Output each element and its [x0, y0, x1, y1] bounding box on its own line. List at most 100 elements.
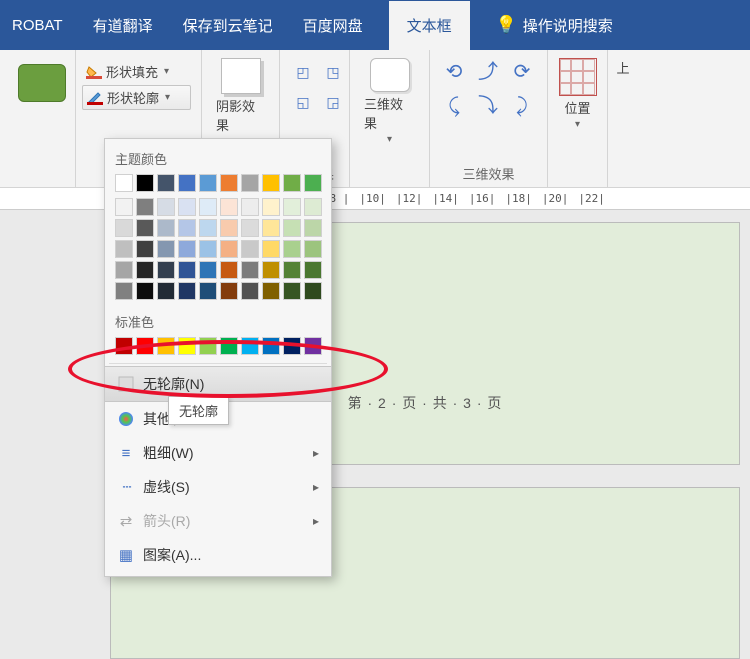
color-swatch[interactable]: [136, 174, 154, 192]
color-swatch[interactable]: [199, 219, 217, 237]
rotate-down-right-icon[interactable]: ⤸: [508, 92, 536, 120]
color-swatch[interactable]: [283, 282, 301, 300]
color-swatch[interactable]: [262, 240, 280, 258]
color-swatch[interactable]: [220, 174, 238, 192]
color-swatch[interactable]: [304, 219, 322, 237]
weight-menu-item[interactable]: ≡ 粗细(W) ▸: [105, 436, 331, 470]
color-swatch[interactable]: [136, 261, 154, 279]
color-swatch[interactable]: [199, 240, 217, 258]
shadow-effect-button[interactable]: 阴影效果: [212, 56, 269, 136]
dashes-menu-item[interactable]: ┄ 虚线(S) ▸: [105, 470, 331, 504]
color-swatch[interactable]: [283, 219, 301, 237]
color-swatch[interactable]: [136, 219, 154, 237]
pattern-menu-item[interactable]: ▦ 图案(A)...: [105, 538, 331, 572]
color-swatch[interactable]: [283, 198, 301, 216]
tell-me-search[interactable]: 💡 操作说明搜索: [496, 15, 613, 36]
top-button[interactable]: 上: [618, 56, 628, 79]
color-swatch[interactable]: [220, 261, 238, 279]
color-swatch[interactable]: [262, 337, 280, 355]
color-swatch[interactable]: [304, 282, 322, 300]
color-swatch[interactable]: [283, 240, 301, 258]
color-swatch[interactable]: [136, 337, 154, 355]
tab-textbox[interactable]: 文本框: [389, 1, 470, 50]
color-swatch[interactable]: [178, 174, 196, 192]
color-swatch[interactable]: [115, 261, 133, 279]
nudge-up-left-icon[interactable]: ◰: [292, 64, 314, 86]
rotate-down-left-icon[interactable]: ⤹: [440, 92, 468, 120]
color-swatch[interactable]: [199, 198, 217, 216]
color-swatch[interactable]: [178, 261, 196, 279]
color-swatch[interactable]: [283, 174, 301, 192]
nudge-up-right-icon[interactable]: ◳: [322, 64, 344, 86]
shape-style-preview[interactable]: [18, 64, 66, 102]
color-swatch[interactable]: [199, 337, 217, 355]
color-swatch[interactable]: [304, 261, 322, 279]
nudge-down-right-icon[interactable]: ◲: [322, 94, 344, 116]
color-swatch[interactable]: [178, 337, 196, 355]
color-swatch[interactable]: [220, 240, 238, 258]
color-swatch[interactable]: [136, 282, 154, 300]
color-swatch[interactable]: [262, 282, 280, 300]
shape-outline-button[interactable]: 形状轮廓 ▾: [82, 85, 191, 110]
page-status-text: 第 · 2 · 页 · 共 · 3 · 页: [348, 395, 503, 411]
color-swatch[interactable]: [262, 219, 280, 237]
color-swatch[interactable]: [283, 261, 301, 279]
rotate-left-icon[interactable]: ⟲: [440, 58, 468, 86]
color-swatch[interactable]: [115, 282, 133, 300]
rotate-up-icon[interactable]: ⤴: [474, 58, 502, 86]
color-swatch[interactable]: [220, 282, 238, 300]
color-swatch[interactable]: [241, 282, 259, 300]
color-swatch[interactable]: [115, 198, 133, 216]
color-swatch[interactable]: [136, 198, 154, 216]
three-d-effect-button[interactable]: 三维效果 ▾: [360, 56, 419, 147]
color-swatch[interactable]: [262, 261, 280, 279]
color-swatch[interactable]: [115, 174, 133, 192]
line-weight-icon: ≡: [117, 444, 135, 462]
color-swatch[interactable]: [136, 240, 154, 258]
color-swatch[interactable]: [241, 337, 259, 355]
color-swatch[interactable]: [304, 174, 322, 192]
rotate-right-icon[interactable]: ⟳: [508, 58, 536, 86]
color-swatch[interactable]: [157, 174, 175, 192]
color-swatch[interactable]: [304, 337, 322, 355]
color-swatch[interactable]: [262, 174, 280, 192]
color-swatch[interactable]: [283, 337, 301, 355]
color-swatch[interactable]: [178, 198, 196, 216]
color-swatch[interactable]: [220, 337, 238, 355]
color-swatch[interactable]: [199, 174, 217, 192]
color-swatch[interactable]: [178, 282, 196, 300]
color-swatch[interactable]: [199, 261, 217, 279]
shape-fill-button[interactable]: 形状填充 ▾: [82, 60, 191, 83]
color-swatch[interactable]: [157, 198, 175, 216]
nudge-down-left-icon[interactable]: ◱: [292, 94, 314, 116]
color-swatch[interactable]: [241, 174, 259, 192]
color-swatch[interactable]: [157, 261, 175, 279]
tab-baidu[interactable]: 百度网盘: [299, 1, 367, 50]
tab-acrobat[interactable]: ROBAT: [8, 3, 67, 48]
color-swatch[interactable]: [220, 198, 238, 216]
color-swatch[interactable]: [262, 198, 280, 216]
color-swatch[interactable]: [157, 219, 175, 237]
color-swatch[interactable]: [115, 219, 133, 237]
color-swatch[interactable]: [115, 240, 133, 258]
color-swatch[interactable]: [241, 261, 259, 279]
position-button[interactable]: 位置 ▾: [558, 56, 597, 132]
arrows-label: 箭头(R): [143, 511, 190, 531]
tab-save-note[interactable]: 保存到云笔记: [179, 1, 277, 50]
color-swatch[interactable]: [304, 240, 322, 258]
color-swatch[interactable]: [241, 240, 259, 258]
color-swatch[interactable]: [157, 337, 175, 355]
color-swatch[interactable]: [178, 219, 196, 237]
tab-youdao[interactable]: 有道翻译: [89, 1, 157, 50]
color-swatch[interactable]: [241, 198, 259, 216]
color-swatch[interactable]: [157, 240, 175, 258]
bucket-fill-icon: [86, 65, 102, 79]
color-swatch[interactable]: [115, 337, 133, 355]
color-swatch[interactable]: [241, 219, 259, 237]
color-swatch[interactable]: [157, 282, 175, 300]
color-swatch[interactable]: [304, 198, 322, 216]
rotate-down-icon[interactable]: ⤵: [474, 92, 502, 120]
color-swatch[interactable]: [199, 282, 217, 300]
color-swatch[interactable]: [220, 219, 238, 237]
color-swatch[interactable]: [178, 240, 196, 258]
